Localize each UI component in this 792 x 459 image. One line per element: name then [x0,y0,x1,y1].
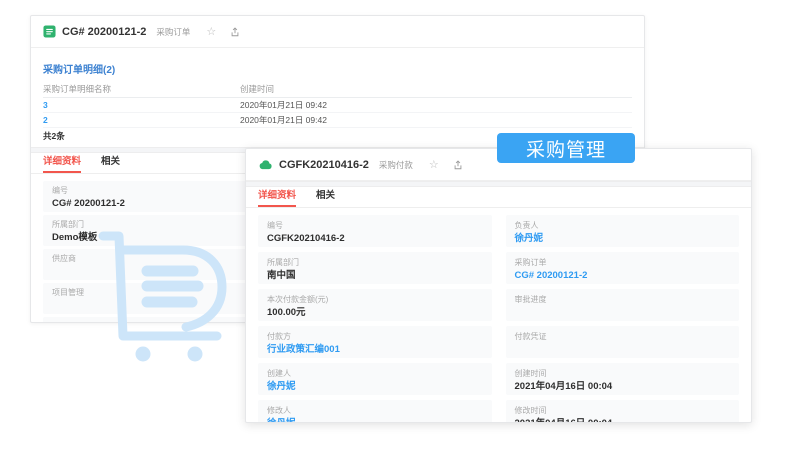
field-label: 创建人 [267,369,291,378]
table-header-row: 采购订单明细名称 创建时间 [43,81,632,98]
field-label: 采购订单 [514,258,547,267]
field-row: 所属部门 南中国 [258,252,492,284]
field-value-link[interactable]: 行业政策汇编001 [267,344,483,355]
field-row: 创建人 徐丹妮 [258,363,492,395]
payment-type-label: 采购付款 [378,159,413,170]
created-time: 2020年01月21日 09:42 [240,115,327,125]
field-value-link[interactable]: 徐丹妮 [267,418,483,422]
field-row: 负责人 徐丹妮 [505,215,739,247]
field-value [515,344,731,355]
field-label: 本次付款金额(元) [267,295,329,304]
column-header-created: 创建时间 [240,84,275,94]
field-value: 100.00元 [267,307,306,318]
star-icon[interactable]: ☆ [206,25,216,38]
field-row: 付款凭证 [505,326,739,358]
payment-title: CGFK20210416-2 [279,158,369,171]
module-label: 采购管理 [497,133,635,163]
field-label: 付款凭证 [514,332,547,341]
star-icon[interactable]: ☆ [429,158,439,171]
field-row: 编号 CGFK20210416-2 [258,215,492,247]
field-value-link[interactable]: CG# 20200121-2 [515,270,731,281]
field-value: 2021年04月16日 00:04 [515,418,731,422]
tab-details[interactable]: 详细资料 [258,187,297,207]
field-row: 付款方行业政策汇编001 [258,326,492,358]
field-row: 审批进度 [505,289,739,321]
detail-name-link[interactable]: 2 [43,115,240,125]
field-value-link[interactable]: 徐丹妮 [515,233,731,244]
column-header-name: 采购订单明细名称 [43,84,112,94]
purchase-order-header: CG# 20200121-2 采购订单 ☆ [31,16,644,48]
tab-related[interactable]: 相关 [101,153,120,173]
order-clipboard-icon [43,25,56,38]
field-row: 修改人徐丹妮 [258,400,492,422]
field-label: 修改人 [267,406,291,415]
field-row: 采购订单 CG# 20200121-2 [505,252,739,284]
order-type-label: 采购订单 [156,26,191,37]
share-icon[interactable] [230,26,240,37]
order-title: CG# 20200121-2 [62,25,147,38]
purchase-payment-card: CGFK20210416-2 采购付款 ☆ 详细资料 相关 编号 CGFK2021… [245,148,752,423]
field-label: 创建时间 [514,369,547,378]
created-time: 2020年01月21日 09:42 [240,100,327,110]
table-row: 3 2020年01月21日 09:42 [43,98,632,113]
field-value-link[interactable]: 徐丹妮 [267,381,483,392]
field-value [515,307,731,318]
tab-details[interactable]: 详细资料 [43,153,82,173]
shopping-cart-icon [98,231,227,362]
field-row: 修改时间 2021年04月16日 00:04 [505,400,739,422]
share-icon[interactable] [453,159,463,170]
field-label: 所属部门 [267,258,299,267]
payment-tabs: 详细资料 相关 [246,187,751,208]
table-row: 2 2020年01月21日 09:42 [43,113,632,128]
payment-fields: 编号 CGFK20210416-2 负责人 徐丹妮 所属部门 南中国 采购订单 CG# 202… [246,208,751,422]
field-label: 付款方 [267,332,291,341]
page: CG# 20200121-2 采购订单 ☆ 采购订单明细(2) 采购订单明细名称… [0,0,792,459]
tab-related[interactable]: 相关 [316,187,335,207]
payment-cloud-icon [258,159,273,170]
field-label: 修改时间 [514,406,547,415]
field-row: 创建时间 2021年04月16日 00:04 [505,363,739,395]
field-label: 编号 [267,221,283,230]
field-value: CGFK20210416-2 [267,233,345,244]
field-row: 本次付款金额(元) 100.00元 [258,289,492,321]
field-label: 负责人 [514,221,539,230]
field-label: 审批进度 [514,295,547,304]
detail-name-link[interactable]: 3 [43,100,240,110]
field-value: 南中国 [267,270,296,281]
field-value: 2021年04月16日 00:04 [514,381,613,392]
order-detail-section-title: 采购订单明细(2) [43,65,116,76]
